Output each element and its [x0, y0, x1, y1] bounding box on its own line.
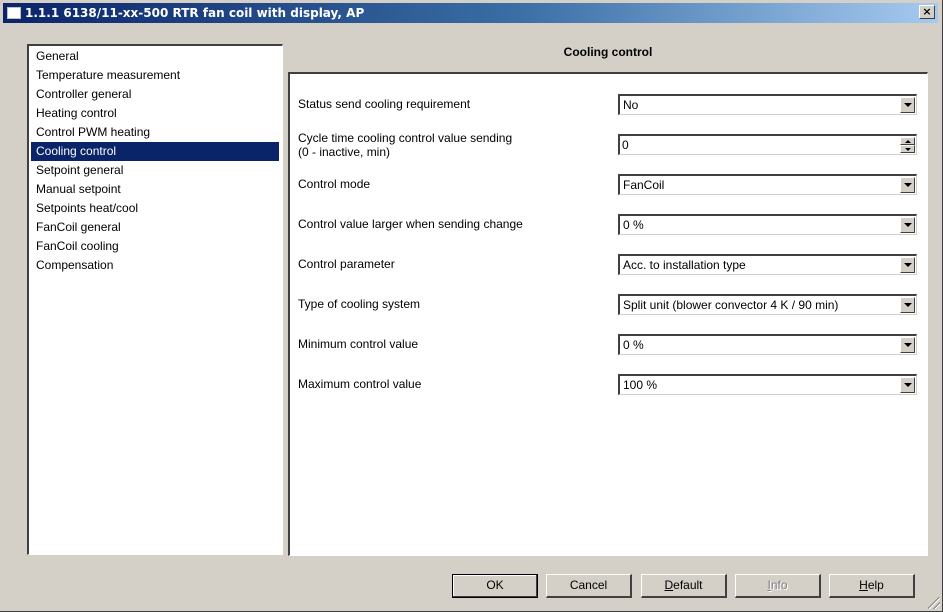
label-maximum-control-value: Maximum control value: [298, 377, 422, 391]
title-bar[interactable]: 1.1.1 6138/11-xx-500 RTR fan coil with d…: [3, 3, 938, 23]
close-button[interactable]: ×: [919, 5, 935, 19]
nav-item-control-pwm-heating[interactable]: Control PWM heating: [31, 123, 279, 142]
dropdown-value: No: [623, 98, 639, 112]
default-button[interactable]: Default: [641, 574, 727, 598]
minimum-control-value-dropdown[interactable]: 0 %: [618, 334, 917, 355]
label-type-of-cooling-system: Type of cooling system: [298, 297, 421, 311]
chevron-down-icon[interactable]: [900, 337, 915, 353]
label-minimum-control-value: Minimum control value: [298, 337, 419, 351]
status-send-cooling-requirement-dropdown[interactable]: No: [618, 94, 917, 115]
nav-item-manual-setpoint[interactable]: Manual setpoint: [31, 180, 279, 199]
nav-item-general[interactable]: General: [31, 47, 279, 66]
nav-item-fancoil-cooling[interactable]: FanCoil cooling: [31, 237, 279, 256]
dialog-window: 1.1.1 6138/11-xx-500 RTR fan coil with d…: [0, 0, 943, 612]
cycle-time-cooling-input[interactable]: [622, 138, 892, 152]
nav-item-controller-general[interactable]: Controller general: [31, 85, 279, 104]
default-mnemonic: D: [664, 578, 674, 592]
nav-item-cooling-control[interactable]: Cooling control: [31, 142, 279, 161]
label-cycle-time-cooling: Cycle time cooling control value sending: [298, 131, 513, 145]
parameter-tree[interactable]: General Temperature measurement Controll…: [27, 44, 283, 555]
help-label: elp: [867, 578, 884, 592]
spin-up-icon[interactable]: [900, 137, 915, 145]
dropdown-value: FanCoil: [623, 178, 665, 192]
type-of-cooling-system-dropdown[interactable]: Split unit (blower convector 4 K / 90 mi…: [618, 294, 917, 315]
label-status-send-cooling-requirement: Status send cooling requirement: [298, 97, 471, 111]
help-button[interactable]: Help: [829, 574, 915, 598]
nav-item-fancoil-general[interactable]: FanCoil general: [31, 218, 279, 237]
dropdown-value: Acc. to installation type: [623, 258, 746, 272]
label-control-mode: Control mode: [298, 177, 371, 191]
default-label: efault: [673, 578, 703, 592]
maximum-control-value-dropdown[interactable]: 100 %: [618, 374, 917, 395]
app-icon: [7, 7, 21, 19]
control-mode-dropdown[interactable]: FanCoil: [618, 174, 917, 195]
cycle-time-cooling-spinner[interactable]: [618, 134, 917, 155]
window-title: 1.1.1 6138/11-xx-500 RTR fan coil with d…: [25, 6, 365, 20]
nav-item-temperature-measurement[interactable]: Temperature measurement: [31, 66, 279, 85]
chevron-down-icon[interactable]: [900, 97, 915, 113]
dropdown-value: 0 %: [623, 338, 644, 352]
nav-item-compensation[interactable]: Compensation: [31, 256, 279, 275]
spin-down-icon[interactable]: [900, 145, 915, 153]
dropdown-value: 100 %: [623, 378, 658, 392]
chevron-down-icon[interactable]: [900, 177, 915, 193]
panel-title: Cooling control: [563, 45, 653, 59]
control-parameter-dropdown[interactable]: Acc. to installation type: [618, 254, 917, 275]
dropdown-value: 0 %: [623, 218, 644, 232]
close-icon: ×: [922, 5, 932, 18]
help-mnemonic: H: [859, 578, 868, 592]
chevron-down-icon[interactable]: [900, 377, 915, 393]
control-value-larger-dropdown[interactable]: 0 %: [618, 214, 917, 235]
nav-item-heating-control[interactable]: Heating control: [31, 104, 279, 123]
info-button: Info: [735, 574, 821, 598]
label-control-parameter: Control parameter: [298, 257, 395, 271]
dropdown-value: Split unit (blower convector 4 K / 90 mi…: [623, 298, 839, 312]
ok-button[interactable]: OK: [452, 574, 538, 598]
chevron-down-icon[interactable]: [900, 297, 915, 313]
info-label: nfo: [770, 578, 788, 592]
label-cycle-time-cooling-range: (0 - inactive, min): [298, 145, 391, 159]
cancel-button[interactable]: Cancel: [546, 574, 632, 598]
nav-item-setpoint-general[interactable]: Setpoint general: [31, 161, 279, 180]
chevron-down-icon[interactable]: [900, 257, 915, 273]
label-control-value-larger: Control value larger when sending change: [298, 217, 523, 231]
nav-item-setpoints-heat-cool[interactable]: Setpoints heat/cool: [31, 199, 279, 218]
chevron-down-icon[interactable]: [900, 217, 915, 233]
resize-grip-icon[interactable]: [928, 597, 940, 609]
